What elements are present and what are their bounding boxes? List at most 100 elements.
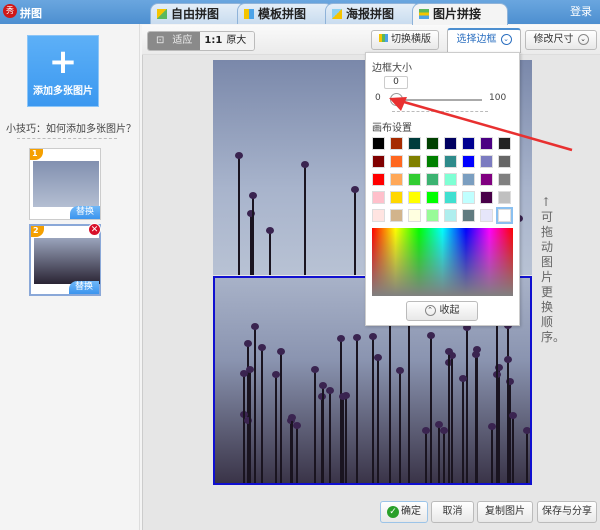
color-swatch[interactable] xyxy=(390,191,403,204)
thumbnail-2[interactable]: 2 ✕ 替换 xyxy=(29,223,101,296)
sidebar: + 添加多张图片 小技巧：如何添加多张图片？ 1 替换 2 ✕ 替换 xyxy=(0,24,140,530)
save-share-button[interactable]: 保存与分享 xyxy=(537,501,597,523)
color-swatch[interactable] xyxy=(372,209,385,222)
color-swatch[interactable] xyxy=(408,191,421,204)
color-swatch[interactable] xyxy=(462,209,475,222)
color-swatch[interactable] xyxy=(444,137,457,150)
flower xyxy=(439,427,448,435)
fit-button[interactable]: ⊡ 适应 xyxy=(148,32,201,50)
plant-stem xyxy=(511,415,514,483)
plant-stem xyxy=(495,319,498,483)
cancel-button[interactable]: 取消 xyxy=(431,501,474,523)
color-swatch[interactable] xyxy=(498,137,511,150)
color-swatch[interactable] xyxy=(408,173,421,186)
flower xyxy=(374,354,383,362)
thumbnail-image xyxy=(33,161,99,207)
close-icon[interactable]: ✕ xyxy=(88,223,101,236)
plant-stem xyxy=(251,195,254,275)
select-border-button[interactable]: 选择边框 ⌄ xyxy=(447,28,521,53)
flower xyxy=(337,334,346,342)
slider-handle[interactable] xyxy=(390,93,403,106)
copy-image-button[interactable]: 复制图片 xyxy=(477,501,533,523)
flower xyxy=(421,426,430,434)
color-swatch[interactable] xyxy=(372,173,385,186)
tab-label: 图片拼接 xyxy=(433,7,482,21)
tab-template[interactable]: 模板拼图 xyxy=(237,3,333,24)
color-swatch[interactable] xyxy=(462,137,475,150)
plant-stem xyxy=(274,374,277,483)
chevron-up-icon: ⌃ xyxy=(424,304,436,316)
flower xyxy=(300,160,309,168)
color-swatch[interactable] xyxy=(480,173,493,186)
thumbnail-1[interactable]: 1 替换 xyxy=(29,148,101,220)
divider xyxy=(17,138,117,139)
tab-free-collage[interactable]: 自由拼图 xyxy=(150,3,246,24)
color-swatch[interactable] xyxy=(444,173,457,186)
flower xyxy=(266,227,275,235)
flower xyxy=(522,427,530,435)
replace-button[interactable]: 替换 xyxy=(69,281,99,294)
color-swatch[interactable] xyxy=(408,209,421,222)
color-swatch[interactable] xyxy=(498,155,511,168)
collapse-button[interactable]: ⌃ 收起 xyxy=(406,301,478,321)
color-swatch[interactable] xyxy=(390,137,403,150)
tip-link[interactable]: 小技巧：如何添加多张图片？ xyxy=(6,120,136,135)
plant-stem xyxy=(430,336,433,483)
color-swatch[interactable] xyxy=(408,155,421,168)
color-swatch[interactable] xyxy=(390,173,403,186)
color-swatch[interactable] xyxy=(426,191,439,204)
actual-size-button[interactable]: 1:1 原大 xyxy=(200,32,255,50)
login-link[interactable]: 登录 xyxy=(570,3,592,19)
flower xyxy=(427,332,436,340)
plant-stem xyxy=(377,358,380,483)
color-swatch[interactable] xyxy=(498,191,511,204)
tab-poster[interactable]: 海报拼图 xyxy=(325,3,421,24)
border-size-slider[interactable] xyxy=(396,99,482,101)
color-swatch[interactable] xyxy=(480,137,493,150)
color-swatch[interactable] xyxy=(426,173,439,186)
tab-stitch[interactable]: 图片拼接 xyxy=(412,3,508,25)
zoom-group: ⊡ 适应 1:1 原大 xyxy=(147,31,256,51)
color-swatch[interactable] xyxy=(462,173,475,186)
color-swatch[interactable] xyxy=(444,209,457,222)
switch-layout-button[interactable]: 切换横版 xyxy=(371,30,439,50)
plant-stem xyxy=(243,373,246,483)
app-logo: 秀 xyxy=(3,4,17,18)
color-swatch[interactable] xyxy=(390,209,403,222)
plant-stem xyxy=(399,371,402,483)
actual-label: 原大 xyxy=(226,35,247,46)
color-spectrum[interactable] xyxy=(372,228,513,296)
color-swatch[interactable] xyxy=(390,155,403,168)
color-swatch[interactable] xyxy=(480,209,493,222)
confirm-button[interactable]: ✓ 确定 xyxy=(380,501,428,523)
replace-button[interactable]: 替换 xyxy=(70,206,100,219)
plant-stem xyxy=(290,417,293,483)
color-swatch[interactable] xyxy=(408,137,421,150)
color-swatch[interactable] xyxy=(426,209,439,222)
color-swatch[interactable] xyxy=(372,191,385,204)
add-images-button[interactable]: + 添加多张图片 xyxy=(27,35,99,107)
flower xyxy=(369,333,378,341)
plant-stem xyxy=(507,359,510,483)
color-swatch[interactable] xyxy=(496,207,513,224)
color-swatch[interactable] xyxy=(372,155,385,168)
plant-stem xyxy=(498,368,501,483)
select-border-label: 选择边框 xyxy=(456,34,497,45)
color-swatch[interactable] xyxy=(480,155,493,168)
color-swatch[interactable] xyxy=(444,191,457,204)
resize-button[interactable]: 修改尺寸 ⌄ xyxy=(525,30,597,50)
color-swatch[interactable] xyxy=(426,155,439,168)
color-swatch[interactable] xyxy=(372,137,385,150)
color-swatch[interactable] xyxy=(480,191,493,204)
color-swatch[interactable] xyxy=(462,155,475,168)
free-collage-icon xyxy=(157,9,167,19)
color-swatch[interactable] xyxy=(498,173,511,186)
fit-label: 适应 xyxy=(172,35,193,46)
border-size-value[interactable]: 0 xyxy=(384,76,408,89)
color-swatch[interactable] xyxy=(426,137,439,150)
plant-stem xyxy=(260,348,263,483)
divider xyxy=(392,111,488,112)
color-swatch[interactable] xyxy=(444,155,457,168)
plant-stem xyxy=(354,189,357,275)
color-swatch[interactable] xyxy=(462,191,475,204)
